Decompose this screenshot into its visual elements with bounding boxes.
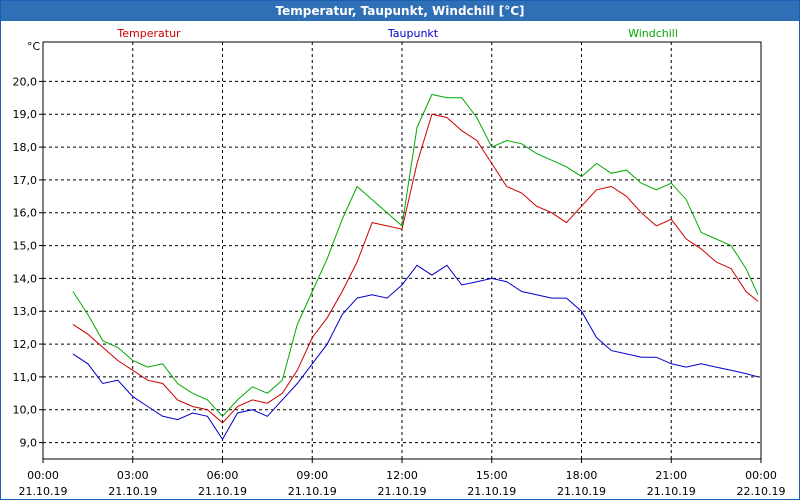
x-tick-date-label: 21.10.19 <box>198 485 247 498</box>
y-tick-label: 20,0 <box>13 75 38 88</box>
y-tick-label: 9,0 <box>20 437 38 450</box>
y-tick-label: 10,0 <box>13 404 38 417</box>
x-tick-time-label: 00:00 <box>745 469 777 482</box>
x-tick-date-label: 21.10.19 <box>557 485 606 498</box>
x-axis-ticks: 00:00 21.10.19 03:00 21.10.19 06:00 21.10.19 0… <box>19 459 786 498</box>
x-tick-time-label: 00:00 <box>27 469 59 482</box>
y-tick-label: 12,0 <box>13 338 38 351</box>
y-axis-ticks: 9,0 10,0 11,0 12,0 13,0 14,0 15,0 16,0 17,0 18,0 1… <box>13 75 43 450</box>
line-chart: 9,0 10,0 11,0 12,0 13,0 14,0 15,0 16,0 17,0 18,0 1… <box>13 27 786 498</box>
y-tick-label: 16,0 <box>13 207 38 220</box>
y-tick-label: 18,0 <box>13 141 38 154</box>
x-tick-date-label: 21.10.19 <box>647 485 696 498</box>
x-tick-time-label: 03:00 <box>117 469 149 482</box>
y-tick-label: 17,0 <box>13 174 38 187</box>
legend-entry-windchill: Windchill <box>628 27 678 40</box>
x-tick-date-label: 21.10.19 <box>467 485 516 498</box>
x-tick-time-label: 09:00 <box>296 469 328 482</box>
y-tick-label: 14,0 <box>13 272 38 285</box>
x-tick-time-label: 18:00 <box>566 469 598 482</box>
legend-entry-temperatur: Temperatur <box>116 27 181 40</box>
x-tick-date-label: 22.10.19 <box>737 485 786 498</box>
y-tick-label: 15,0 <box>13 240 38 253</box>
x-tick-time-label: 06:00 <box>207 469 239 482</box>
legend: Temperatur Taupunkt Windchill <box>116 27 678 40</box>
y-tick-label: 11,0 <box>13 371 38 384</box>
y-tick-label: 19,0 <box>13 108 38 121</box>
chart-window: Temperatur, Taupunkt, Windchill [°C] 9,0… <box>0 0 800 500</box>
x-tick-date-label: 21.10.19 <box>108 485 157 498</box>
legend-entry-taupunkt: Taupunkt <box>387 27 439 40</box>
x-tick-time-label: 15:00 <box>476 469 508 482</box>
x-tick-date-label: 21.10.19 <box>378 485 427 498</box>
x-tick-date-label: 21.10.19 <box>19 485 68 498</box>
y-axis-unit-label: °C <box>27 40 41 53</box>
x-tick-time-label: 12:00 <box>386 469 418 482</box>
y-tick-label: 13,0 <box>13 305 38 318</box>
x-tick-date-label: 21.10.19 <box>288 485 337 498</box>
x-tick-time-label: 21:00 <box>655 469 687 482</box>
